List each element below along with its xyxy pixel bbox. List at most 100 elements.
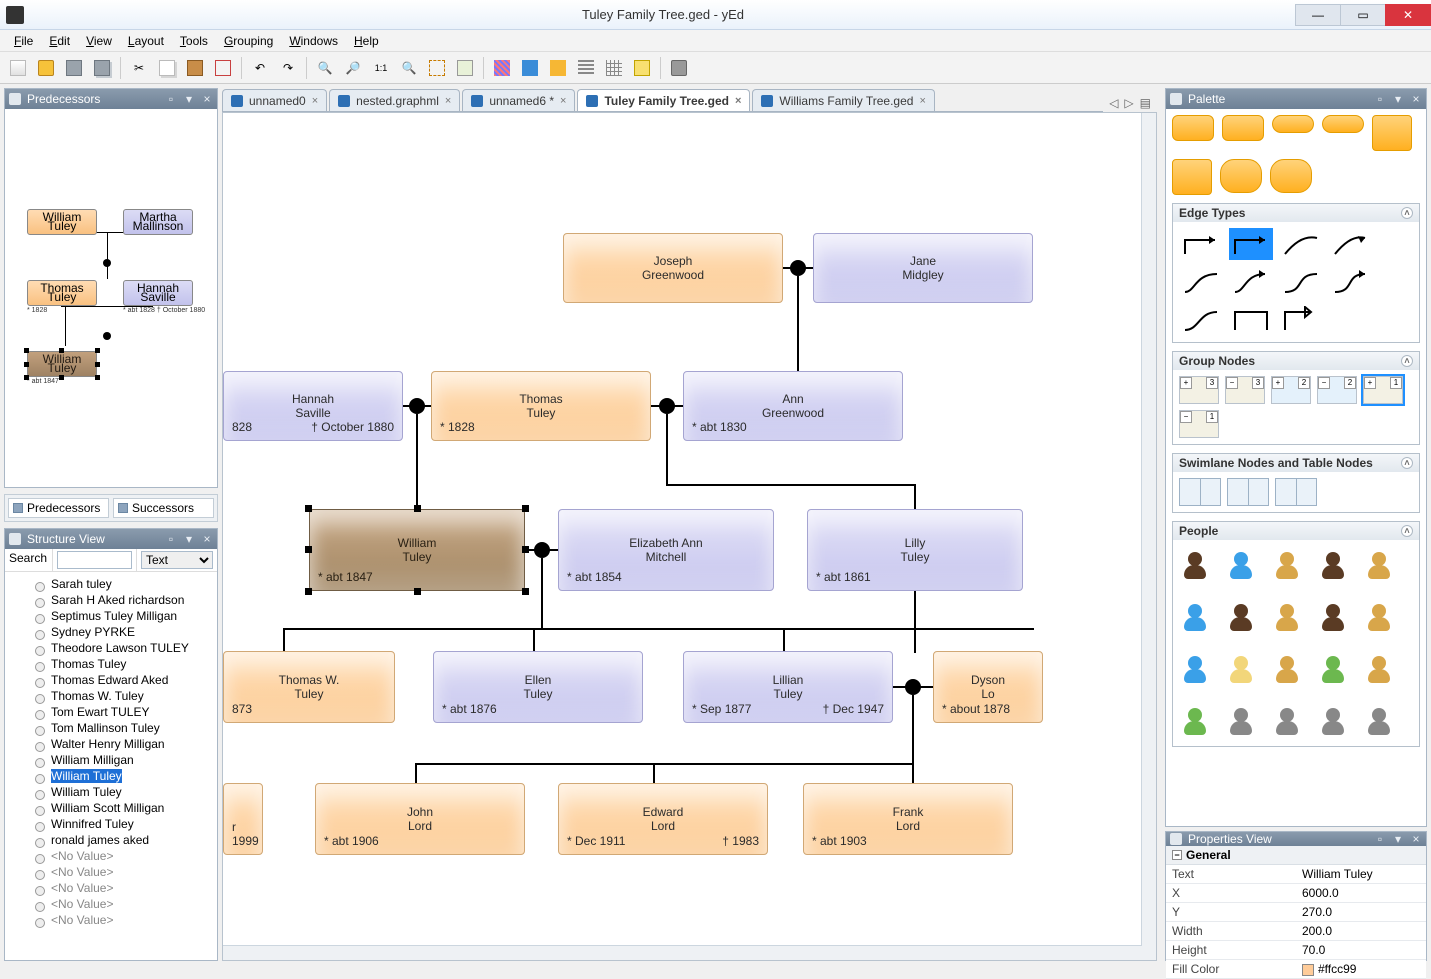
tb-undo[interactable]: ↶: [248, 56, 272, 80]
graph-node[interactable]: John Lord * abt 1906: [315, 783, 525, 855]
swimlane-swatch[interactable]: [1275, 478, 1317, 506]
group-swatch[interactable]: +3: [1179, 376, 1219, 404]
tree-item[interactable]: Sydney PYRKE: [5, 624, 217, 640]
shape-swatch[interactable]: [1172, 159, 1212, 195]
person-swatch[interactable]: [1271, 546, 1303, 584]
tb-fit-content[interactable]: [425, 56, 449, 80]
tabs-list-icon[interactable]: ▤: [1140, 96, 1151, 110]
tree-item[interactable]: <No Value>: [5, 880, 217, 896]
tb-zoom-11[interactable]: 1:1: [369, 56, 393, 80]
graph-node[interactable]: Edward Lord * Dec 1911† 1983: [558, 783, 768, 855]
collapse-box-icon[interactable]: −: [1172, 850, 1182, 860]
edge-swatch[interactable]: [1279, 304, 1323, 336]
person-swatch[interactable]: [1317, 598, 1349, 636]
swimlane-swatch[interactable]: [1227, 478, 1269, 506]
tab-close-icon[interactable]: ×: [919, 95, 925, 107]
tree-item[interactable]: <No Value>: [5, 896, 217, 912]
edge-swatch[interactable]: [1179, 228, 1223, 260]
panel-pin-icon[interactable]: ▾: [183, 93, 195, 105]
menu-tools[interactable]: Tools: [174, 32, 214, 50]
tab-close-icon[interactable]: ×: [445, 95, 451, 107]
person-swatch[interactable]: [1271, 702, 1303, 740]
tb-zoom-out[interactable]: 🔎: [341, 56, 365, 80]
tb-labels[interactable]: [630, 56, 654, 80]
menu-help[interactable]: Help: [348, 32, 385, 50]
panel-undock-icon[interactable]: ▫: [165, 93, 177, 105]
tabs-scroll-left-icon[interactable]: ◁: [1109, 96, 1118, 110]
panel-pin-icon[interactable]: ▾: [1392, 93, 1404, 105]
graph-node[interactable]: Jane Midgley: [813, 233, 1033, 303]
person-swatch[interactable]: [1179, 702, 1211, 740]
group-swatch[interactable]: −2: [1317, 376, 1357, 404]
tb-new[interactable]: [6, 56, 30, 80]
graph-node[interactable]: Lilly Tuley * abt 1861: [807, 509, 1023, 591]
person-swatch[interactable]: [1271, 650, 1303, 688]
person-swatch[interactable]: [1363, 546, 1395, 584]
shape-swatch[interactable]: [1272, 115, 1314, 133]
graph-node[interactable]: Thomas W. Tuley 873: [223, 651, 395, 723]
tab-close-icon[interactable]: ×: [735, 95, 741, 107]
collapse-icon[interactable]: ˄: [1401, 457, 1413, 469]
subtab-predecessors[interactable]: Predecessors: [8, 498, 109, 518]
graph-node[interactable]: Hannah Saville 828† October 1880: [223, 371, 403, 441]
menu-view[interactable]: View: [80, 32, 118, 50]
collapse-icon[interactable]: ˄: [1401, 207, 1413, 219]
tree-item[interactable]: Winnifred Tuley: [5, 816, 217, 832]
tb-open[interactable]: [34, 56, 58, 80]
menu-file[interactable]: File: [8, 32, 39, 50]
shape-swatch[interactable]: [1372, 115, 1412, 151]
edge-swatch[interactable]: [1279, 228, 1323, 260]
tb-tree[interactable]: [574, 56, 598, 80]
subtab-successors[interactable]: Successors: [113, 498, 214, 518]
edge-swatch[interactable]: [1279, 266, 1323, 298]
graph-canvas[interactable]: Joseph Greenwood Jane Midgley Hannah Sav…: [222, 112, 1157, 961]
graph-node[interactable]: Elizabeth Ann Mitchell * abt 1854: [558, 509, 774, 591]
menu-grouping[interactable]: Grouping: [218, 32, 279, 50]
tb-organic[interactable]: [546, 56, 570, 80]
tree-item[interactable]: William Tuley: [5, 784, 217, 800]
doc-tab[interactable]: Williams Family Tree.ged×: [752, 89, 934, 111]
tb-zoom-area[interactable]: 🔍: [397, 56, 421, 80]
edge-swatch[interactable]: [1229, 266, 1273, 298]
graph-node[interactable]: Ann Greenwood * abt 1830: [683, 371, 903, 441]
shape-swatch[interactable]: [1220, 159, 1262, 193]
group-swatch[interactable]: +2: [1271, 376, 1311, 404]
edge-swatch[interactable]: [1329, 266, 1373, 298]
person-swatch[interactable]: [1317, 650, 1349, 688]
tb-copy[interactable]: [155, 56, 179, 80]
shape-swatch[interactable]: [1270, 159, 1312, 193]
doc-tab[interactable]: unnamed6 *×: [462, 89, 575, 111]
person-swatch[interactable]: [1317, 546, 1349, 584]
tree-item[interactable]: William Tuley: [5, 768, 217, 784]
panel-undock-icon[interactable]: ▫: [1374, 833, 1386, 845]
tb-print[interactable]: [667, 56, 691, 80]
doc-tab[interactable]: unnamed0×: [222, 89, 327, 111]
tree-item[interactable]: Sarah H Aked richardson: [5, 592, 217, 608]
mini-node[interactable]: Hannah Saville: [123, 280, 193, 306]
tree-item[interactable]: Tom Ewart TULEY: [5, 704, 217, 720]
person-swatch[interactable]: [1271, 598, 1303, 636]
group-swatch[interactable]: −1: [1179, 410, 1219, 438]
tree-item[interactable]: Sarah tuley: [5, 576, 217, 592]
graph-node[interactable]: Ellen Tuley * abt 1876: [433, 651, 643, 723]
panel-undock-icon[interactable]: ▫: [1374, 93, 1386, 105]
collapse-icon[interactable]: ˄: [1401, 525, 1413, 537]
tb-overview[interactable]: [490, 56, 514, 80]
tb-grid[interactable]: [602, 56, 626, 80]
collapse-icon[interactable]: ˄: [1401, 355, 1413, 367]
swimlane-swatch[interactable]: [1179, 478, 1221, 506]
tree-item[interactable]: William Scott Milligan: [5, 800, 217, 816]
mini-node[interactable]: Thomas Tuley: [27, 280, 97, 306]
group-swatch[interactable]: −3: [1225, 376, 1265, 404]
person-swatch[interactable]: [1225, 598, 1257, 636]
menu-windows[interactable]: Windows: [283, 32, 344, 50]
tree-item[interactable]: William Milligan: [5, 752, 217, 768]
person-swatch[interactable]: [1317, 702, 1349, 740]
shape-swatch[interactable]: [1172, 115, 1214, 141]
tb-hierarchic[interactable]: [518, 56, 542, 80]
tree-item[interactable]: <No Value>: [5, 912, 217, 928]
shape-swatch[interactable]: [1222, 115, 1264, 141]
prop-y-value[interactable]: 270.0: [1296, 903, 1426, 921]
tree-item[interactable]: Septimus Tuley Milligan: [5, 608, 217, 624]
graph-node[interactable]: Frank Lord * abt 1903: [803, 783, 1013, 855]
